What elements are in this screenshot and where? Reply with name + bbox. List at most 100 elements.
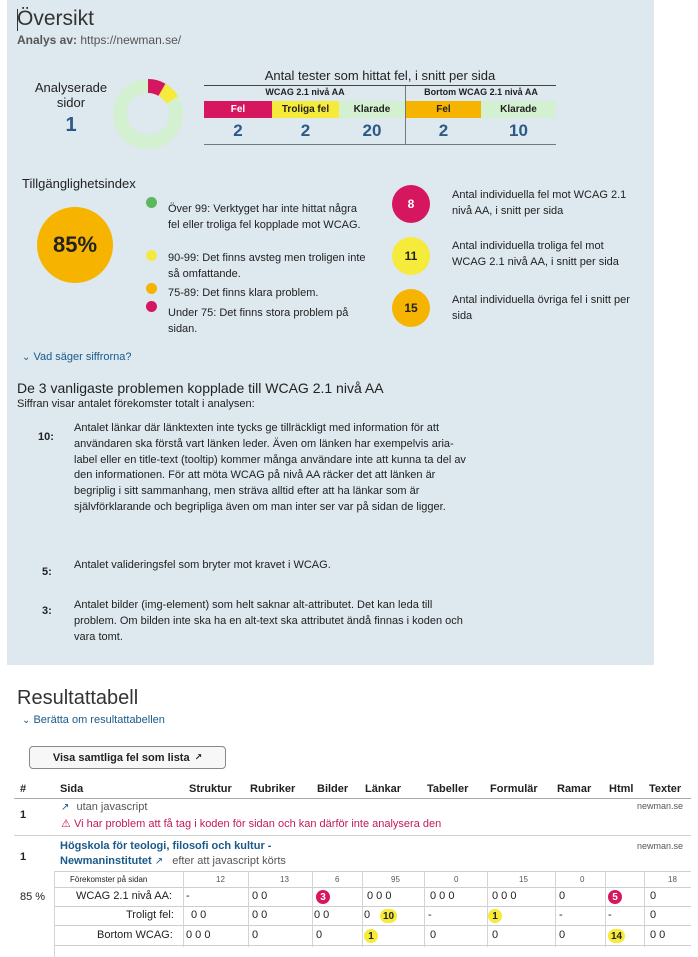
external-link-icon[interactable]: ↗ [61,802,69,813]
col-divider [424,871,425,947]
occurrence-count: 6 [335,875,340,884]
group-beyond: Bortom WCAG 2.1 nivå AA [424,87,538,97]
error-count-badge: 1 [364,929,378,943]
tests-title: Antal tester som hittat fel, i snitt per… [264,68,496,83]
header-headings: Rubriker [250,783,296,795]
external-link-icon: ↗ [194,752,203,762]
tests-top-rule [204,85,556,86]
result-cell: 0 0 0 [430,890,455,902]
val-klarade-beyond: 10 [509,121,528,140]
col-klarade: Klarade [339,101,405,118]
row1-num: 1 [20,809,27,821]
error-count-badge: 14 [608,929,626,943]
result-cell: - [608,909,612,921]
warning-icon: ⚠ [61,818,71,830]
row2-page-line2: Newmaninstitutet ↗ efter att javascript … [60,855,286,867]
result-cell: 0 0 [252,890,268,902]
row2-num: 1 [20,851,27,863]
error-count-badge: 5 [608,890,622,904]
tests-bottom-rule [204,144,556,145]
result-cell: 0 [316,929,323,941]
legend-dot-orange [146,283,157,294]
results-about-toggle[interactable]: ⌄ Berätta om resultattabellen [22,714,165,726]
index-value-badge: 85% [37,207,113,283]
count-other-badge: 15 [392,289,430,327]
legend-dot-red [146,301,157,312]
row1-rule [14,835,691,836]
legend-item-3: Under 75: Det finns stora problem på sid… [168,307,349,335]
legend-item-2: 75-89: Det finns klara problem. [168,287,319,299]
col-divider [555,871,556,947]
legend-dot-yellow [146,250,157,261]
count-fel-text: Antal individuella fel mot WCAG 2.1 nivå… [452,189,627,217]
col-fel: Fel [204,101,272,118]
count-troliga-badge: 11 [392,237,430,275]
result-cell: 0 0 0 [367,890,392,902]
col-troliga: Troliga fel [272,101,339,118]
index-title: Tillgänglighetsindex [22,176,136,191]
legend-item-1: 90-99: Det finns avsteg men troligen int… [168,252,366,280]
analysis-by: Analys av: https://newman.se/ [17,33,181,47]
results-about-link[interactable]: Berätta om resultattabellen [33,714,164,726]
header-structure: Struktur [189,783,232,795]
result-cell: 0 0 [252,909,268,921]
row1-domain: newman.se [637,801,684,811]
line3-rule [55,945,691,946]
line-wcag-label: WCAG 2.1 nivå AA: [76,890,172,902]
what-numbers-toggle[interactable]: ⌄ Vad säger siffrorna? [22,351,132,363]
col-divider [644,871,645,947]
legend-item-0: Över 99: Verktyget har inte hittat några… [168,203,361,231]
chevron-down-icon: ⌄ [22,352,31,363]
result-cell: 0 0 [191,909,207,921]
col-divider [487,871,488,947]
top-problems-subtitle: Siffran visar antalet förekomster totalt… [17,398,255,410]
row2-page-link[interactable]: Högskola för teologi, filosofi och kultu… [60,840,271,852]
row2-score: 85 % [20,891,46,903]
occurrences-label: Förekomster på sidan [70,875,148,884]
tests-donut-chart [113,79,183,149]
occurrence-count: 95 [391,875,400,884]
row1-error: ⚠ Vi har problem att få tag i koden för … [61,818,442,830]
problem-text-0: Antalet länkar där länktexten inte tycks… [74,422,466,513]
problem-count-2: 3: [42,605,52,617]
val-klarade: 20 [362,121,382,140]
what-numbers-link[interactable]: Vad säger siffrorna? [33,351,131,363]
external-link-icon[interactable]: ↗ [155,856,163,867]
result-cell: 0 [252,929,259,941]
result-cell: 0 [559,929,566,941]
result-cell: 0 0 0 [186,929,211,941]
occurrence-count: 18 [668,875,677,884]
val-fel: 2 [233,121,243,140]
header-tables: Tabeller [427,783,469,795]
error-count-badge: 3 [316,890,330,904]
results-title: Resultattabell [17,687,139,709]
problem-text-1: Antalet valideringsfel som bryter mot kr… [74,559,331,571]
show-all-errors-button[interactable]: Visa samtliga fel som lista ↗ [29,746,226,769]
header-images: Bilder [317,783,349,795]
analyzed-pages-label: Analyserade sidor [34,80,108,110]
line1-rule [55,906,691,907]
result-cell: 0 [492,929,499,941]
row2-rule [55,871,691,872]
row2-page-link-2[interactable]: Newmaninstitutet [60,855,152,867]
occurrence-count: 13 [280,875,289,884]
header-texts: Texter [649,783,682,795]
header-num: # [20,783,27,795]
result-cell: - [559,909,563,921]
header-html: Html [609,783,634,795]
group-wcag: WCAG 2.1 nivå AA [265,87,345,97]
header-frames: Ramar [557,783,592,795]
result-cell: - [186,890,190,902]
result-cell: 0 0 [650,929,666,941]
legend-dot-green [146,197,157,208]
occurrence-count: 0 [580,875,585,884]
analysis-url: https://newman.se/ [80,33,182,47]
occurrence-count: 15 [519,875,528,884]
result-cell: 0 0 [314,909,330,921]
result-cell: 0 [650,890,657,902]
count-other-text: Antal individuella övriga fel i snitt pe… [452,294,630,322]
result-cell: - [428,909,432,921]
analysis-by-label: Analys av: [17,33,78,47]
count-fel-badge: 8 [392,185,430,223]
col-divider [183,871,184,947]
